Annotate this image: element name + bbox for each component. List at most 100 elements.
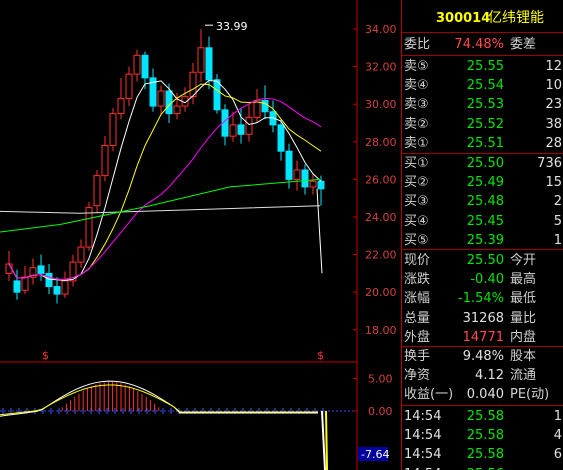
sell-order-row: 卖① 25.51 28 — [402, 134, 563, 153]
price-axis-label: 18.00 — [365, 324, 397, 337]
indicator-axis-label: 5.00 — [368, 373, 393, 386]
stat-label: 涨幅 — [404, 291, 431, 307]
sell-level-label: 卖③ — [404, 97, 429, 113]
kline-chart-area[interactable]: 34.00 32.00 30.00 28.00 26.00 24.00 22.00 20.00… — [0, 0, 400, 470]
tick-row: 14:54 25.58 1 — [402, 407, 563, 426]
candle-body — [245, 116, 253, 135]
price-axis-label: 24.00 — [365, 211, 397, 224]
stat-row: 总量 31268 量比 — [402, 309, 563, 328]
buy-level-label: 买② — [404, 175, 429, 191]
price-axis-label: 26.00 — [365, 173, 397, 186]
stat-row: 现价 25.50 今开 — [402, 251, 563, 270]
price-axis-label: 22.00 — [365, 249, 397, 262]
event-marker: $ — [317, 349, 324, 362]
sell-level-label: 卖⑤ — [404, 59, 429, 74]
kline-chart[interactable]: 34.00 32.00 30.00 28.00 26.00 24.00 22.00 20.00… — [0, 0, 400, 470]
sell-price: 25.52 — [466, 116, 504, 132]
sell-order-row: 卖③ 25.53 23 — [402, 95, 563, 114]
buy-volume: 5 — [553, 213, 562, 229]
ma-long-line — [0, 205, 321, 214]
fin-row: 换手 9.48% 股本 — [402, 347, 563, 366]
sell-level-label: 卖④ — [404, 78, 429, 94]
candle-body — [165, 90, 173, 115]
candle-body — [133, 54, 141, 75]
candle-body — [277, 124, 285, 152]
fin-label-right: 股本 — [510, 349, 537, 364]
candle-body — [237, 124, 245, 135]
indicator-axis-label: 0.00 — [368, 405, 393, 418]
buy-level-label: 买① — [404, 156, 429, 171]
tick-time: 14:54 — [404, 409, 442, 424]
fin-label: 净资 — [404, 368, 431, 384]
indicator-value-badge: -7.64 — [361, 448, 389, 461]
sell-level-label: 卖② — [404, 116, 429, 132]
ma-line — [8, 97, 322, 281]
buy-price: 25.48 — [466, 194, 504, 210]
fin-label-right: PE(动) — [510, 387, 550, 403]
stat-value: 14771 — [462, 329, 504, 345]
fin-value: 4.12 — [475, 368, 504, 384]
stock-name: 亿纬锂能 — [488, 10, 544, 26]
candle-body — [261, 99, 269, 113]
sell-order-row: 卖② 25.52 38 — [402, 115, 563, 134]
candle-body — [141, 54, 149, 79]
candle-body — [37, 265, 45, 274]
stat-label-right: 最低 — [510, 291, 537, 307]
stock-code: 300014 — [436, 11, 491, 26]
stat-value: 31268 — [462, 310, 504, 326]
stat-row: 涨幅 -1.54% 最低 — [402, 289, 563, 308]
weibi-row: 委比 74.48% 委差 — [402, 35, 563, 54]
candle-body — [109, 113, 117, 147]
candle-body — [205, 47, 213, 81]
buy-level-label: 买⑤ — [404, 232, 429, 248]
buy-order-row: 买② 25.49 15 — [402, 173, 563, 192]
fin-row: 收益(一) 0.040 PE(动) — [402, 385, 563, 404]
stat-row: 涨跌 -0.40 最高 — [402, 270, 563, 289]
stat-label-right: 量比 — [510, 310, 537, 326]
weibi-value: 74.48% — [454, 37, 504, 52]
candle-body — [61, 280, 69, 295]
tick-price: 25.58 — [466, 447, 504, 463]
stat-row: 外盘 14771 内盘 — [402, 328, 563, 347]
candle-body — [285, 150, 293, 180]
weibi-label: 委比 — [404, 37, 431, 52]
sell-price: 25.54 — [466, 78, 504, 94]
buy-level-label: 买④ — [404, 213, 429, 229]
sell-volume: 28 — [545, 135, 562, 151]
candle-body — [317, 180, 325, 190]
candle-body — [101, 145, 109, 177]
stat-label-right: 内盘 — [510, 329, 537, 345]
fin-value: 0.040 — [466, 387, 504, 403]
stat-value: 25.50 — [466, 253, 504, 268]
sell-price: 25.53 — [466, 97, 504, 113]
sell-order-row: 卖④ 25.54 10 — [402, 76, 563, 95]
indicator-drop-line-2 — [325, 410, 328, 470]
candle-body — [173, 105, 181, 115]
candle-body — [293, 169, 301, 180]
stat-value: -1.54% — [458, 291, 504, 307]
fin-value: 9.48% — [462, 349, 504, 364]
price-axis-label: 20.00 — [365, 286, 397, 299]
candle-body — [13, 280, 21, 293]
buy-volume: 15 — [545, 175, 562, 191]
price-axis-label: 30.00 — [365, 98, 397, 111]
candle-body — [309, 180, 317, 188]
tick-time: 14:54 — [404, 428, 442, 444]
tick-row: 14:54 25.56 — [402, 465, 563, 470]
candle-body — [77, 246, 85, 263]
stat-label: 现价 — [404, 253, 431, 268]
stock-title-row: 300014 亿纬锂能 — [402, 9, 563, 31]
event-marker: $ — [42, 349, 49, 362]
tick-price: 25.58 — [466, 409, 504, 424]
high-marker-label: 33.99 — [216, 20, 248, 33]
buy-price: 25.39 — [466, 232, 504, 248]
indicator-drop-line — [321, 410, 326, 470]
candle-body — [213, 79, 221, 111]
candle-body — [93, 175, 101, 207]
fin-label: 换手 — [404, 349, 431, 364]
candle-body — [253, 99, 261, 118]
candle-body — [157, 90, 165, 107]
buy-level-label: 买③ — [404, 194, 429, 210]
stat-value: -0.40 — [470, 272, 504, 288]
tick-volume: 1 — [553, 409, 562, 424]
